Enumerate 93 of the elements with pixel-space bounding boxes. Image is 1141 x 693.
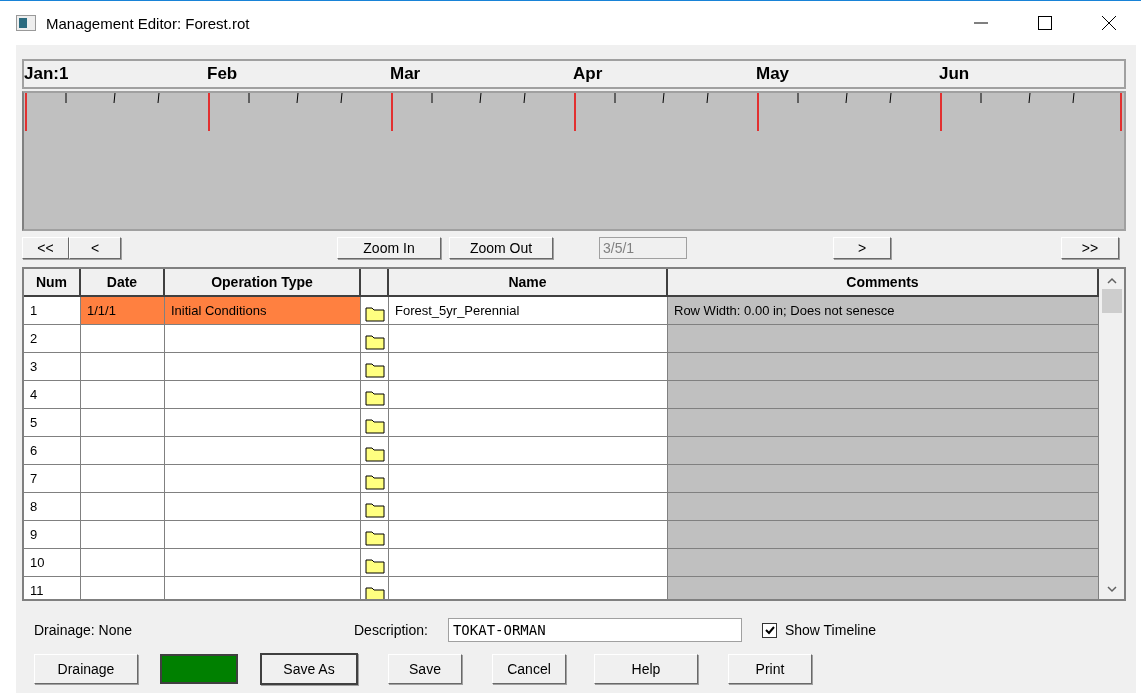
row-number: 6 [24,437,81,465]
date-cell[interactable] [81,549,165,577]
column-header: Comments [668,269,1099,297]
folder-icon[interactable] [364,305,385,322]
operation-cell[interactable] [165,409,361,437]
operation-cell[interactable] [165,353,361,381]
save-as-button[interactable]: Save As [260,653,358,685]
folder-icon[interactable] [364,417,385,434]
maximize-icon[interactable] [1037,15,1053,31]
zoom-out-button[interactable]: Zoom Out [449,237,553,259]
operation-cell[interactable] [165,577,361,599]
name-cell[interactable] [389,549,668,577]
operation-cell[interactable] [165,493,361,521]
description-label: Description: [354,622,428,638]
description-field[interactable]: TOKAT-ORMAN [447,618,742,642]
folder-icon[interactable] [364,557,385,574]
row-number: 2 [24,325,81,353]
date-field[interactable]: 3/5/1 [599,237,687,259]
row-number: 3 [24,353,81,381]
row-number: 1 [24,297,81,325]
column-header: Num [24,269,81,297]
date-cell[interactable] [81,521,165,549]
name-cell[interactable] [389,325,668,353]
date-cell[interactable] [81,409,165,437]
scroll-down-icon[interactable] [1105,583,1118,595]
row-number: 8 [24,493,81,521]
save-button[interactable]: Save [388,654,462,684]
row-number: 4 [24,381,81,409]
folder-icon[interactable] [364,473,385,490]
drainage-button[interactable]: Drainage [34,654,138,684]
cancel-button[interactable]: Cancel [492,654,566,684]
operation-cell[interactable] [165,381,361,409]
operation-cell[interactable] [165,549,361,577]
row-number: 11 [24,577,81,599]
name-cell[interactable] [389,465,668,493]
date-cell[interactable] [81,465,165,493]
month-label: Mar [390,64,422,84]
row-number: 10 [24,549,81,577]
window-title: Management Editor: Forest.rot [46,14,251,32]
month-label: Apr [573,64,604,84]
folder-icon[interactable] [364,361,385,378]
date-cell[interactable] [81,325,165,353]
date-cell[interactable] [81,381,165,409]
operation-cell[interactable] [165,325,361,353]
month-label: Jun [939,64,971,84]
scrollbar-thumb[interactable] [1101,289,1122,313]
name-cell[interactable] [389,577,668,599]
show-timeline-label: Show Timeline [784,622,876,638]
previous-button[interactable]: < [69,237,121,259]
name-cell[interactable] [389,409,668,437]
month-label: Feb [207,64,239,84]
comments-cell: Row Width: 0.00 in; Does not senesce [668,297,1099,325]
date-cell[interactable]: 1/1/1 [81,297,165,325]
month-label: May [756,64,791,84]
column-header: Date [81,269,165,297]
folder-icon[interactable] [364,333,385,350]
name-cell[interactable]: Forest_5yr_Perennial [389,297,668,325]
operation-cell[interactable] [165,521,361,549]
column-header [361,269,389,297]
operation-cell[interactable] [165,465,361,493]
help-button[interactable]: Help [594,654,698,684]
operation-cell[interactable]: Initial Conditions [165,297,361,325]
last-button[interactable]: >> [1061,237,1119,259]
row-number: 7 [24,465,81,493]
name-cell[interactable] [389,437,668,465]
column-header: Operation Type [165,269,361,297]
print-button[interactable]: Print [728,654,812,684]
folder-icon[interactable] [364,529,385,546]
close-icon[interactable] [1101,15,1117,31]
name-cell[interactable] [389,381,668,409]
row-number: 9 [24,521,81,549]
date-cell[interactable] [81,353,165,381]
folder-icon[interactable] [364,389,385,406]
drainage-label: Drainage: None [34,622,134,638]
color-swatch-button[interactable] [160,654,238,684]
operation-cell[interactable] [165,437,361,465]
name-cell[interactable] [389,353,668,381]
month-label: Jan:1 [24,64,70,84]
folder-icon[interactable] [364,501,385,518]
name-cell[interactable] [389,493,668,521]
folder-icon[interactable] [364,585,385,599]
date-cell[interactable] [81,577,165,599]
folder-icon[interactable] [364,445,385,462]
column-header: Name [389,269,668,297]
name-cell[interactable] [389,521,668,549]
next-button[interactable]: > [833,237,891,259]
zoom-in-button[interactable]: Zoom In [337,237,441,259]
app-icon [16,15,36,31]
show-timeline-checkbox[interactable] [761,622,777,638]
row-number: 5 [24,409,81,437]
date-cell[interactable] [81,437,165,465]
first-button[interactable]: << [22,237,69,259]
date-cell[interactable] [81,493,165,521]
